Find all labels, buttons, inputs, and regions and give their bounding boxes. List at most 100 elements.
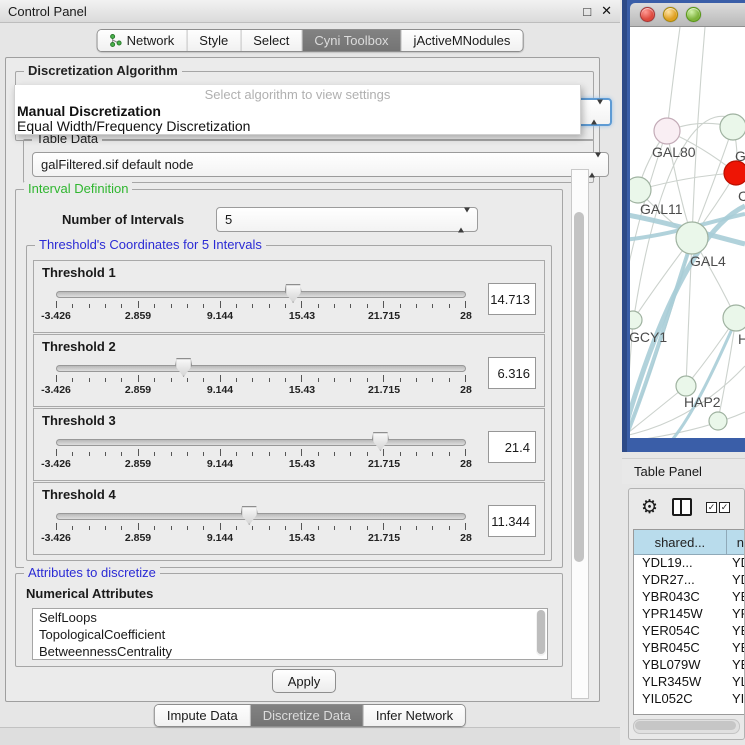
table-row[interactable]: YDR27...YDR2	[634, 572, 744, 589]
tick-label: 9.144	[207, 310, 233, 322]
float-window-icon[interactable]: □	[583, 4, 591, 19]
tick-labels: -3.4262.8599.14415.4321.71528	[56, 458, 466, 470]
zoom-traffic-light[interactable]	[686, 7, 701, 22]
attributes-group: Attributes to discretize Numerical Attri…	[15, 573, 563, 667]
network-edge[interactable]	[667, 27, 680, 131]
table-panel-title: Table Panel	[634, 464, 702, 479]
algorithm-option-manual-discretization[interactable]: Manual Discretization	[15, 104, 580, 119]
close-traffic-light[interactable]	[640, 7, 655, 22]
table-data-combobox[interactable]: galFiltered.sif default node	[32, 152, 609, 177]
table-cell-shared-name: YLR345W	[634, 674, 728, 691]
minimize-traffic-light[interactable]	[663, 7, 678, 22]
column-header-name[interactable]: n	[727, 530, 744, 554]
slider-track[interactable]	[56, 513, 466, 520]
table-row[interactable]: YER054CYER0	[634, 623, 744, 640]
attribute-item[interactable]: BetweennessCentrality	[33, 643, 547, 660]
table-hscrollbar-thumb[interactable]	[635, 721, 736, 730]
tick-label: 2.859	[125, 310, 151, 322]
node-label: C	[738, 188, 745, 204]
list-scrollbar-thumb[interactable]	[537, 610, 545, 654]
network-edge[interactable]	[718, 318, 736, 420]
slider-track[interactable]	[56, 365, 466, 372]
screen: Control Panel □ ✕ NetworkStyleSelectCyni…	[0, 0, 745, 745]
table-data-value: galFiltered.sif default node	[41, 157, 193, 172]
table-row[interactable]: YLR345WYLR3	[634, 674, 744, 691]
list-scrollbar	[536, 610, 546, 656]
algorithm-option-equal-width-frequency-discretization[interactable]: Equal Width/Frequency Discretization	[15, 119, 580, 134]
threshold-value-field[interactable]: 6.316	[488, 357, 536, 389]
table-row[interactable]: YBR045CYBR0	[634, 640, 744, 657]
threshold-slider[interactable]: -3.4262.8599.14415.4321.71528	[56, 511, 466, 541]
attribute-item[interactable]: SelfLoops	[33, 609, 547, 626]
tick-mark	[56, 523, 57, 530]
tick-mark	[105, 304, 106, 308]
threshold-slider[interactable]: -3.4262.8599.14415.4321.71528	[56, 437, 466, 467]
attribute-item[interactable]: TopologicalCoefficient	[33, 626, 547, 643]
tick-label: 28	[460, 384, 472, 396]
tick-marks	[56, 301, 466, 309]
network-node[interactable]	[724, 161, 745, 185]
tab-style[interactable]: Style	[187, 30, 241, 51]
table-cell-shared-name: YER054C	[634, 623, 728, 640]
apply-button[interactable]: Apply	[272, 669, 336, 693]
num-intervals-combobox[interactable]: 5	[216, 207, 478, 232]
tab-cyni-toolbox[interactable]: Cyni Toolbox	[302, 30, 401, 51]
network-node[interactable]	[720, 114, 745, 140]
tick-mark	[285, 304, 286, 308]
node-label: GA	[735, 148, 745, 164]
threshold-label: Threshold 2	[42, 339, 116, 354]
threshold-value-field[interactable]: 21.4	[488, 431, 536, 463]
tab-impute-data[interactable]: Impute Data	[155, 705, 251, 726]
tick-label: 21.715	[368, 458, 400, 470]
tick-mark	[121, 452, 122, 456]
tab-jactivemnodules[interactable]: jActiveMNodules	[402, 30, 523, 51]
threshold-value-field[interactable]: 14.713	[488, 283, 536, 315]
table-row[interactable]: YBR043CYBR0	[634, 589, 744, 606]
window-frame-edge	[622, 0, 627, 452]
table-cell-name: YBR0	[728, 640, 744, 657]
tab-select[interactable]: Select	[241, 30, 302, 51]
tick-mark	[334, 452, 335, 456]
network-node[interactable]	[630, 177, 651, 203]
tick-mark	[334, 378, 335, 382]
checkboxes-icon[interactable]: ✓ ✓	[706, 502, 730, 513]
network-canvas[interactable]: GAL80GACGAL11GAL4GCY1HHAP2	[630, 27, 745, 438]
gear-icon[interactable]: ⚙	[641, 498, 658, 517]
stepper-icon	[589, 157, 601, 172]
tab-network[interactable]: Network	[98, 30, 188, 51]
slider-track[interactable]	[56, 291, 466, 298]
tick-mark	[383, 375, 384, 382]
tab-infer-network[interactable]: Infer Network	[364, 705, 465, 726]
network-edge[interactable]	[630, 386, 686, 436]
tick-mark	[154, 304, 155, 308]
column-header-shared-name[interactable]: shared...	[634, 530, 727, 554]
slider-track[interactable]	[56, 439, 466, 446]
network-node[interactable]	[676, 376, 696, 396]
network-node[interactable]	[676, 222, 708, 254]
tick-mark	[121, 526, 122, 530]
network-node[interactable]	[654, 118, 680, 144]
numerical-attributes-list[interactable]: SelfLoopsTopologicalCoefficientBetweenne…	[32, 608, 548, 660]
network-node[interactable]	[630, 311, 642, 329]
threshold-slider[interactable]: -3.4262.8599.14415.4321.71528	[56, 289, 466, 319]
checkbox-icon: ✓	[706, 502, 717, 513]
tab-discretize-data[interactable]: Discretize Data	[251, 705, 364, 726]
split-columns-icon[interactable]	[672, 498, 692, 516]
table-row[interactable]: YPR145WYPR1	[634, 606, 744, 623]
threshold-value-field[interactable]: 11.344	[488, 505, 536, 537]
network-node[interactable]	[723, 305, 745, 331]
top-tab-bar: NetworkStyleSelectCyni ToolboxjActiveMNo…	[97, 29, 524, 52]
tick-mark	[350, 452, 351, 456]
panel-scrollbar-thumb[interactable]	[574, 212, 584, 562]
table-row[interactable]: YDL19...YDL1	[634, 555, 744, 572]
table-panel: ⚙ ✓ ✓ shared... n YDL19...YDL1YDR27...YD…	[628, 488, 745, 740]
threshold-slider[interactable]: -3.4262.8599.14415.4321.71528	[56, 363, 466, 393]
network-graph[interactable]: GAL80GACGAL11GAL4GCY1HHAP2	[630, 27, 745, 438]
node-label: HAP2	[684, 394, 721, 410]
table-row[interactable]: YBL079WYBL0	[634, 657, 744, 674]
table-row[interactable]: YIL052CYIL0	[634, 691, 744, 708]
tick-mark	[105, 378, 106, 382]
network-node[interactable]	[709, 412, 727, 430]
close-icon[interactable]: ✕	[601, 3, 612, 19]
checkbox-icon: ✓	[719, 502, 730, 513]
